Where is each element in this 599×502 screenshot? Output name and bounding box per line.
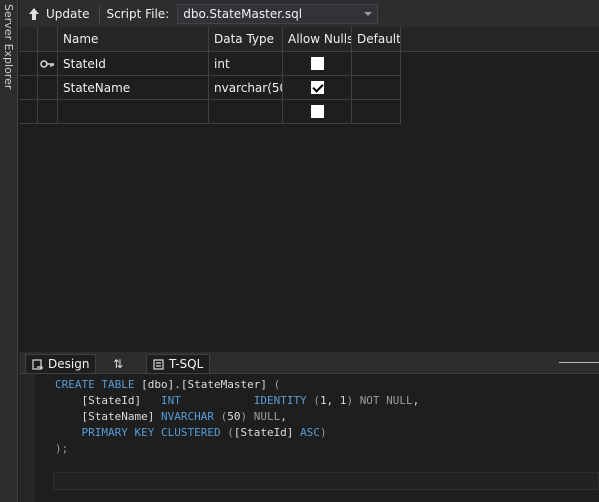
tsql-icon <box>153 358 164 370</box>
cell-data-type[interactable]: nvarchar(50) <box>209 76 283 100</box>
primary-key-icon <box>40 59 54 68</box>
tab-tsql[interactable]: T-SQL <box>146 354 211 373</box>
current-line-highlight <box>53 472 599 490</box>
row-indicator <box>38 76 58 100</box>
swap-icon: ⇅ <box>113 356 124 371</box>
update-label: Update <box>46 6 90 21</box>
cell-name[interactable]: StateName <box>58 76 209 100</box>
swap-panes-button[interactable]: ⇅ <box>107 354 129 373</box>
update-button[interactable]: Update <box>23 3 93 25</box>
sql-line: [StateId] INT IDENTITY (1, 1) NOT NULL, <box>55 394 420 407</box>
column-header-name[interactable]: Name <box>58 27 209 52</box>
cell-name[interactable] <box>58 100 209 124</box>
cell-allow-nulls <box>283 52 352 76</box>
sql-editor[interactable]: CREATE TABLE [dbo].[StateMaster] ( [Stat… <box>19 373 599 502</box>
allow-nulls-checkbox[interactable] <box>310 81 324 94</box>
sql-code[interactable]: CREATE TABLE [dbo].[StateMaster] ( [Stat… <box>55 377 419 457</box>
editor-margin <box>19 374 35 502</box>
script-file-value: dbo.StateMaster.sql <box>183 6 303 21</box>
allow-nulls-checkbox[interactable] <box>310 57 324 70</box>
cell-default[interactable] <box>352 100 401 124</box>
row-selector[interactable] <box>19 76 38 100</box>
script-file-label: Script File: <box>106 6 170 21</box>
tab-tsql-label: T-SQL <box>169 357 204 371</box>
header-filler <box>401 27 599 52</box>
toolbar-separator <box>99 4 101 23</box>
update-arrow-icon <box>29 7 39 20</box>
row-selector[interactable] <box>19 100 38 124</box>
tab-design-label: Design <box>48 357 90 371</box>
cell-default[interactable] <box>352 76 401 100</box>
toolbar: Update Script File: dbo.StateMaster.sql <box>19 0 599 27</box>
view-tabs: Design ⇅ T-SQL <box>19 352 599 373</box>
cell-data-type[interactable]: int <box>209 52 283 76</box>
row-indicator <box>38 52 58 76</box>
cell-data-type[interactable] <box>209 100 283 124</box>
sql-line: PRIMARY KEY CLUSTERED ([StateId] ASC) <box>81 426 327 439</box>
columns-grid: Name Data Type Allow Nulls Default State… <box>19 27 599 352</box>
row-selector[interactable] <box>19 52 38 76</box>
sql-line: [StateName] NVARCHAR (50) NULL, <box>55 410 287 423</box>
tab-design[interactable]: Design <box>25 354 97 373</box>
side-panel-tab[interactable]: Server Explorer <box>0 0 18 502</box>
script-file-dropdown[interactable]: dbo.StateMaster.sql <box>177 3 379 24</box>
sql-line: CREATE TABLE [dbo].[StateMaster] ( <box>55 378 281 391</box>
column-header-data-type[interactable]: Data Type <box>209 27 283 52</box>
indicator-header <box>38 27 58 52</box>
corner-header <box>19 27 38 52</box>
column-header-default[interactable]: Default <box>352 27 401 52</box>
cell-allow-nulls <box>283 100 352 124</box>
cell-name[interactable]: StateId <box>58 52 209 76</box>
sql-line: ); <box>55 442 69 455</box>
cell-allow-nulls <box>283 76 352 100</box>
chevron-down-icon <box>364 11 373 16</box>
allow-nulls-checkbox[interactable] <box>310 105 324 118</box>
splitter-line[interactable] <box>559 362 599 363</box>
cell-default[interactable] <box>352 52 401 76</box>
design-icon <box>32 358 43 370</box>
side-panel-label: Server Explorer <box>2 4 15 90</box>
row-indicator <box>38 100 58 124</box>
column-header-allow-nulls[interactable]: Allow Nulls <box>283 27 352 52</box>
